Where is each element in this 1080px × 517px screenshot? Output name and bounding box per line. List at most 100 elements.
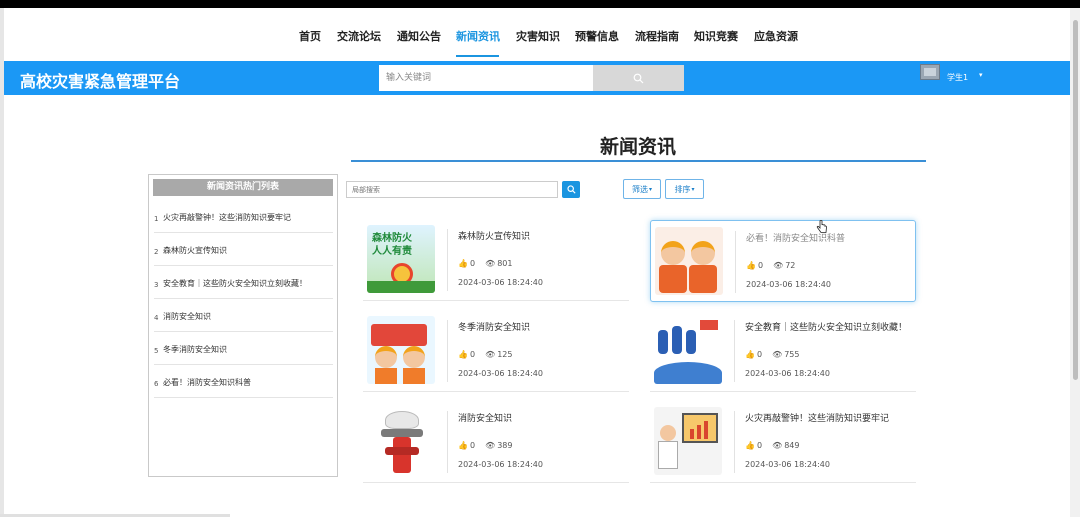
scrollbar-thumb[interactable] — [1073, 20, 1078, 380]
hot-list-number: 3 — [154, 281, 159, 289]
hot-list-title[interactable]: 消防安全知识 — [163, 311, 211, 322]
hot-list-number: 5 — [154, 347, 159, 355]
news-card-title[interactable]: 火灾再敲警钟！这些消防知识要牢记 — [745, 411, 889, 424]
news-card[interactable]: 安全教育｜这些防火安全知识立刻收藏！ 👍 0 👁 755 2024-03-06 18… — [650, 310, 916, 392]
hot-list-item[interactable]: 3 安全教育｜这些防火安全知识立刻收藏！ — [154, 266, 333, 299]
nav-item-home[interactable]: 首页 — [299, 28, 321, 44]
news-card[interactable]: 森林防火 人人有责 森林防火宣传知识 👍 0 👁 801 2024-03-06 18… — [363, 219, 629, 301]
nav-active-underline — [456, 55, 499, 57]
eye-icon: 👁 — [485, 441, 496, 450]
news-card[interactable]: 冬季消防安全知识 👍 0 👁 125 2024-03-06 18:24:40 — [363, 310, 629, 392]
local-search-button[interactable] — [562, 181, 580, 198]
hot-list-title[interactable]: 安全教育｜这些防火安全知识立刻收藏！ — [163, 278, 307, 289]
nav-item-news[interactable]: 新闻资讯 — [456, 28, 500, 44]
news-card[interactable]: 必看！消防安全知识科普 👍 0 👁 72 2024-03-06 18:24:40 — [650, 220, 916, 302]
hot-list-number: 1 — [154, 215, 159, 223]
search-button[interactable] — [593, 65, 684, 91]
like-count: 0 — [756, 350, 763, 359]
hot-list-item[interactable]: 1 火灾再敲警钟！这些消防知识要牢记 — [154, 200, 333, 233]
hot-list-item[interactable]: 4 消防安全知识 — [154, 299, 333, 332]
hot-list-title[interactable]: 必看！消防安全知识科普 — [163, 377, 251, 388]
news-card-date: 2024-03-06 18:24:40 — [458, 460, 543, 469]
safety-education-thumb[interactable] — [654, 316, 722, 384]
forest-fire-thumb[interactable]: 森林防火 人人有责 — [367, 225, 435, 293]
eye-icon: 👁 — [773, 261, 784, 270]
news-card-stats: 👍 0 👁 72 — [746, 261, 801, 270]
like-count: 0 — [469, 441, 476, 450]
filter-label: 筛选 — [631, 184, 648, 194]
nav-item-notices[interactable]: 通知公告 — [397, 28, 441, 44]
site-title[interactable]: 高校灾害紧急管理平台 — [20, 68, 180, 92]
view-count: 755 — [784, 350, 800, 359]
nav-item-resources[interactable]: 应急资源 — [754, 28, 798, 44]
hot-list-item[interactable]: 5 冬季消防安全知识 — [154, 332, 333, 365]
like-count: 0 — [469, 259, 476, 268]
news-card[interactable]: 消防安全知识 👍 0 👁 389 2024-03-06 18:24:40 — [363, 401, 629, 483]
firetruck-kids-thumb[interactable] — [367, 316, 435, 384]
chevron-down-icon[interactable]: ▾ — [979, 71, 983, 79]
page-title: 新闻资讯 — [599, 136, 676, 158]
news-card-stats: 👍 0 👁 389 — [458, 441, 519, 450]
thumbs-up-icon[interactable]: 👍 — [745, 441, 755, 450]
header-bar: 高校灾害紧急管理平台 学生1 ▾ — [4, 61, 1070, 95]
view-count: 849 — [784, 441, 800, 450]
hand-cursor-icon — [816, 220, 827, 233]
hot-list-title[interactable]: 火灾再敲警钟！这些消防知识要牢记 — [163, 212, 291, 223]
nav-item-warnings[interactable]: 预警信息 — [575, 28, 619, 44]
thumbs-up-icon[interactable]: 👍 — [746, 261, 756, 270]
view-count: 389 — [497, 441, 513, 450]
news-card-title[interactable]: 森林防火宣传知识 — [458, 229, 530, 242]
nav-item-disaster-knowledge[interactable]: 灾害知识 — [516, 28, 560, 44]
chevron-down-icon: ▾ — [691, 185, 695, 193]
hot-list-title[interactable]: 森林防火宣传知识 — [163, 245, 227, 256]
news-card-date: 2024-03-06 18:24:40 — [458, 369, 543, 378]
search-icon — [566, 185, 576, 194]
news-card[interactable]: 火灾再敲警钟！这些消防知识要牢记 👍 0 👁 849 2024-03-06 18:2… — [650, 401, 916, 483]
hot-list-item[interactable]: 2 森林防火宣传知识 — [154, 233, 333, 266]
hot-list-item[interactable]: 6 必看！消防安全知识科普 — [154, 365, 333, 398]
view-count: 72 — [785, 261, 796, 270]
like-count: 0 — [469, 350, 476, 359]
thumbs-up-icon[interactable]: 👍 — [745, 350, 755, 359]
news-card-title[interactable]: 消防安全知识 — [458, 411, 512, 424]
news-card-stats: 👍 0 👁 801 — [458, 259, 519, 268]
news-card-title[interactable]: 必看！消防安全知识科普 — [746, 231, 845, 244]
news-card-title[interactable]: 安全教育｜这些防火安全知识立刻收藏！ — [745, 320, 907, 333]
local-search-input[interactable] — [346, 181, 558, 198]
hot-list-number: 2 — [154, 248, 159, 256]
search-icon — [633, 73, 644, 83]
thumbs-up-icon[interactable]: 👍 — [458, 441, 468, 450]
search-input[interactable] — [379, 65, 593, 91]
like-count: 0 — [756, 441, 763, 450]
hydrant-thumb[interactable] — [367, 407, 435, 475]
news-card-title[interactable]: 冬季消防安全知识 — [458, 320, 530, 333]
like-count: 0 — [757, 261, 764, 270]
news-card-date: 2024-03-06 18:24:40 — [746, 280, 831, 289]
avatar[interactable] — [920, 64, 940, 80]
thumbs-up-icon[interactable]: 👍 — [458, 259, 468, 268]
eye-icon: 👁 — [485, 350, 496, 359]
title-underline — [351, 160, 926, 162]
firefighters-thumb[interactable] — [655, 227, 723, 295]
chevron-down-icon: ▾ — [648, 185, 652, 193]
hot-list-title[interactable]: 冬季消防安全知识 — [163, 344, 227, 355]
username[interactable]: 学生1 — [947, 72, 968, 83]
eye-icon: 👁 — [772, 350, 783, 359]
view-count: 801 — [497, 259, 513, 268]
hot-list-number: 6 — [154, 380, 159, 388]
presentation-thumb[interactable] — [654, 407, 722, 475]
hot-news-sidebar: 新闻资讯热门列表 1 火灾再敲警钟！这些消防知识要牢记 2 森林防火宣传知识 3… — [148, 174, 338, 477]
eye-icon: 👁 — [485, 259, 496, 268]
nav-item-quiz[interactable]: 知识竞赛 — [694, 28, 738, 44]
sort-dropdown[interactable]: 排序 ▾ — [665, 179, 704, 199]
news-card-date: 2024-03-06 18:24:40 — [745, 460, 830, 469]
news-card-date: 2024-03-06 18:24:40 — [458, 278, 543, 287]
view-count: 125 — [497, 350, 513, 359]
sort-label: 排序 — [674, 184, 691, 194]
filter-dropdown[interactable]: 筛选 ▾ — [623, 179, 661, 199]
hot-list-number: 4 — [154, 314, 159, 322]
thumbs-up-icon[interactable]: 👍 — [458, 350, 468, 359]
thumb-text: 人人有责 — [372, 246, 412, 257]
nav-item-forum[interactable]: 交流论坛 — [337, 28, 381, 44]
nav-item-process-guide[interactable]: 流程指南 — [635, 28, 679, 44]
